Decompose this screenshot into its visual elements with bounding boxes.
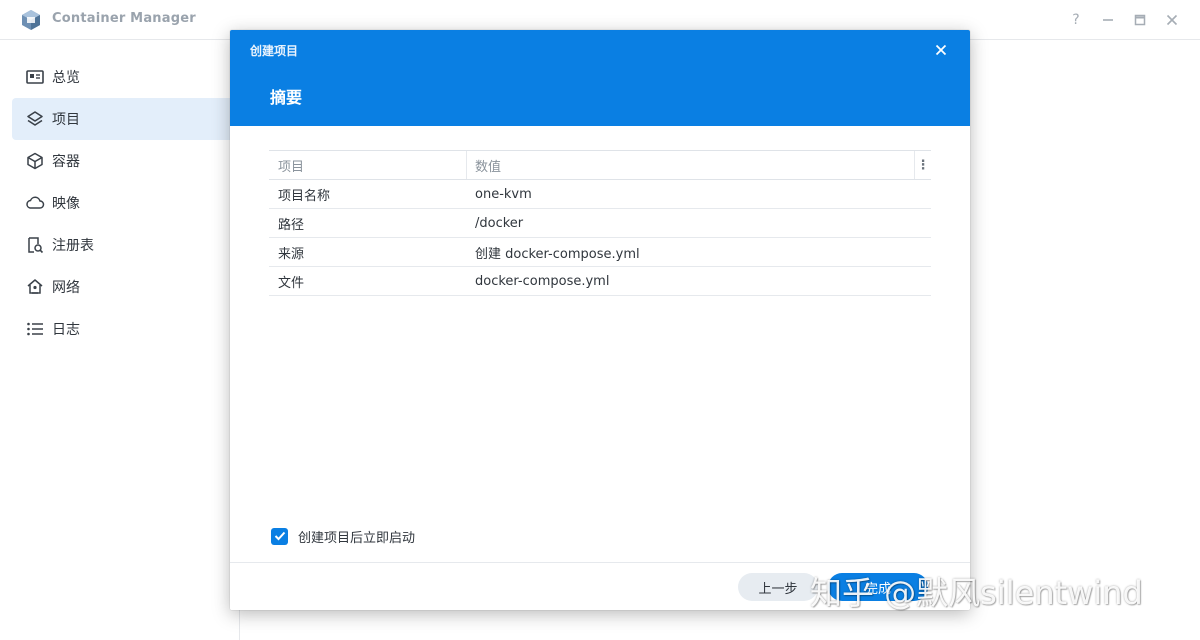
network-home-icon xyxy=(25,277,45,297)
close-icon[interactable] xyxy=(930,39,952,61)
sidebar-item-containers[interactable]: 容器 xyxy=(12,140,240,182)
sidebar-item-label: 注册表 xyxy=(52,238,94,254)
watermark-text: 知乎 @默风silentwind xyxy=(810,574,1143,612)
app-title: Container Manager xyxy=(52,11,196,26)
dialog-window-title: 创建项目 xyxy=(250,44,299,58)
sidebar-item-network[interactable]: 网络 xyxy=(12,266,240,308)
sidebar-item-label: 项目 xyxy=(52,112,80,128)
checkbox-label: 创建项目后立即启动 xyxy=(298,530,416,546)
dialog-header: 创建项目 摘要 xyxy=(230,30,970,126)
sidebar: 总览 项目 容器 映像 注册表 网络 日志 xyxy=(0,40,240,640)
row-value: /docker xyxy=(475,215,524,231)
row-key: 路径 xyxy=(278,217,305,233)
table-row[interactable]: 来源 创建 docker-compose.yml xyxy=(269,238,931,267)
cube-icon xyxy=(25,151,45,171)
maximize-icon[interactable] xyxy=(1130,10,1150,30)
sidebar-item-images[interactable]: 映像 xyxy=(12,182,240,224)
row-value: 创建 docker-compose.yml xyxy=(475,246,640,262)
column-header-value[interactable]: 数值 xyxy=(467,151,931,179)
registry-search-icon xyxy=(25,235,45,255)
list-icon xyxy=(25,319,45,339)
table-row[interactable]: 项目名称 one-kvm xyxy=(269,180,931,209)
sidebar-item-label: 网络 xyxy=(52,280,80,296)
start-after-create-option[interactable]: 创建项目后立即启动 xyxy=(271,527,416,546)
row-key: 来源 xyxy=(278,246,305,262)
table-header: 项目 数值 ⋮ xyxy=(269,150,931,180)
help-icon[interactable]: ? xyxy=(1066,10,1086,30)
dialog-heading: 摘要 xyxy=(270,88,303,107)
sidebar-item-logs[interactable]: 日志 xyxy=(12,308,240,350)
sidebar-item-label: 日志 xyxy=(52,322,80,338)
sidebar-item-label: 总览 xyxy=(52,70,80,86)
row-key: 项目名称 xyxy=(278,188,331,204)
close-window-icon[interactable] xyxy=(1162,10,1182,30)
cloud-icon xyxy=(25,193,45,213)
sidebar-item-label: 容器 xyxy=(52,154,80,170)
sidebar-item-registry[interactable]: 注册表 xyxy=(12,224,240,266)
create-project-dialog: 创建项目 摘要 项目 数值 ⋮ 项目名称 one-kvm 路径 /docker … xyxy=(230,30,970,610)
row-key: 文件 xyxy=(278,275,305,291)
sidebar-item-projects[interactable]: 项目 xyxy=(12,98,240,140)
row-value: docker-compose.yml xyxy=(475,273,610,289)
start-after-create-checkbox[interactable] xyxy=(271,527,288,545)
back-button[interactable]: 上一步 xyxy=(738,573,818,601)
overview-icon xyxy=(25,67,45,87)
sidebar-item-label: 映像 xyxy=(52,196,80,212)
table-row[interactable]: 文件 docker-compose.yml xyxy=(269,267,931,296)
summary-table: 项目 数值 ⋮ 项目名称 one-kvm 路径 /docker 来源 创建 do… xyxy=(269,150,931,296)
layers-icon xyxy=(25,109,45,129)
row-value: one-kvm xyxy=(475,186,532,202)
table-row[interactable]: 路径 /docker xyxy=(269,209,931,238)
column-menu-icon[interactable]: ⋮ xyxy=(914,151,931,179)
sidebar-item-overview[interactable]: 总览 xyxy=(12,56,240,98)
column-header-item[interactable]: 项目 xyxy=(269,151,467,179)
minimize-icon[interactable] xyxy=(1098,10,1118,30)
container-manager-logo-icon xyxy=(20,9,42,31)
